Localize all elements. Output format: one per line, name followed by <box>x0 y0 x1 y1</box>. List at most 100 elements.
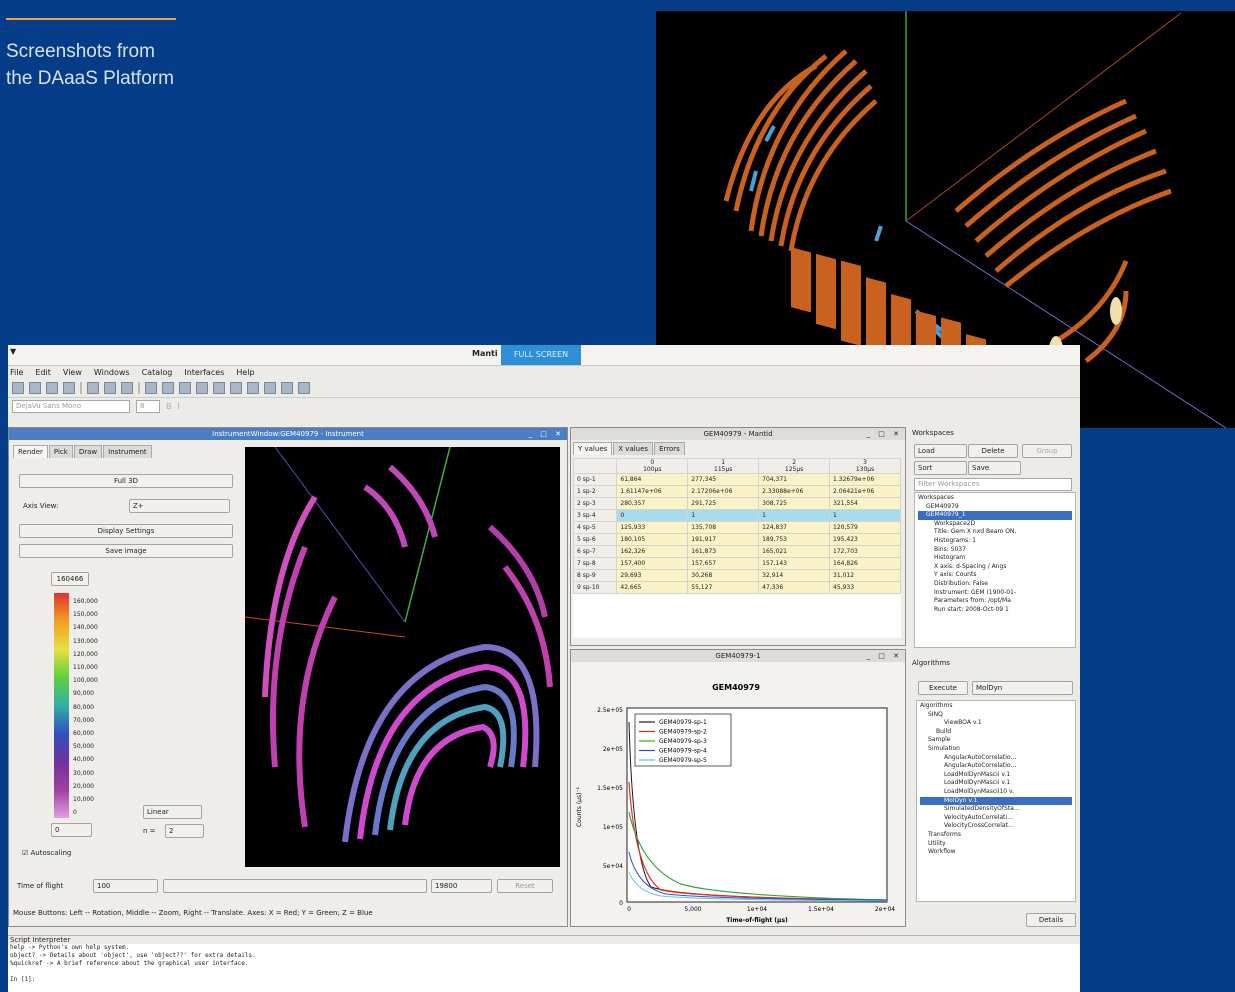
tab-errors[interactable]: Errors <box>654 442 685 455</box>
text-icon[interactable] <box>247 382 259 394</box>
details-button[interactable]: Details <box>1026 913 1076 927</box>
tab-render[interactable]: Render <box>13 445 48 458</box>
table-cell[interactable]: 31,012 <box>829 569 901 582</box>
tree-item[interactable]: LoadMolDynMascii10 v. <box>920 788 1072 797</box>
scale-max-field[interactable]: 160466 <box>51 572 89 586</box>
full-3d-combo[interactable]: Full 3D <box>19 474 233 488</box>
table-cell[interactable]: 29,693 <box>616 569 689 582</box>
group-button[interactable]: Group <box>1022 444 1072 458</box>
table-cell[interactable]: 1 <box>829 509 901 522</box>
tree-item[interactable]: VelocityCrossCorrelat… <box>920 822 1072 831</box>
tree-item[interactable]: Distribution: False <box>918 580 1072 589</box>
column-header[interactable]: 3 130µs <box>829 458 901 474</box>
delete-button[interactable]: Delete <box>968 444 1018 458</box>
reset-button[interactable]: Reset <box>497 879 553 893</box>
table-cell[interactable]: 55,127 <box>687 581 760 594</box>
execute-button[interactable]: Execute <box>918 681 968 695</box>
table-cell[interactable]: 2.33088e+06 <box>758 485 831 498</box>
scale-min-field[interactable]: 0 <box>51 823 92 837</box>
tree-item[interactable]: Parameters from: /opt/Ma <box>918 597 1072 606</box>
tree-item[interactable]: Bins: 5037 <box>918 546 1072 555</box>
tree-item[interactable]: Transforms <box>920 831 1072 840</box>
table-cell[interactable]: 195,423 <box>829 533 901 546</box>
table-cell[interactable]: 189,753 <box>758 533 831 546</box>
tree-item[interactable]: SimulatedDensityOfSta… <box>920 805 1072 814</box>
table-row[interactable]: 2 sp-3 280,357 291,725 308,725 321,554 <box>572 497 901 510</box>
script-interpreter[interactable]: Script Interpreter help -> Python's own … <box>8 935 1080 992</box>
tab-draw[interactable]: Draw <box>73 445 103 458</box>
column-header[interactable]: 1 115µs <box>687 458 760 474</box>
table-icon[interactable] <box>87 382 99 394</box>
pan-icon[interactable] <box>230 382 242 394</box>
table-cell[interactable]: 135,708 <box>687 521 760 534</box>
table-cell[interactable]: 47,336 <box>758 581 831 594</box>
table-cell[interactable]: 1 <box>687 509 760 522</box>
table-cell[interactable]: 172,703 <box>829 545 901 558</box>
table-cell[interactable]: 2.06421e+06 <box>829 485 901 498</box>
tree-item[interactable]: Y axis: Counts <box>918 571 1072 580</box>
tree-item[interactable]: Workspaces <box>918 494 1072 503</box>
font-size-combo[interactable]: 8 <box>136 399 160 413</box>
table-row[interactable]: 3 sp-4 0 1 1 1 <box>572 509 901 522</box>
row-header[interactable]: 6 sp-7 <box>572 545 618 558</box>
workspace-tree[interactable]: Workspaces GEM40979 GEM40979_1 Workspace2D T… <box>914 492 1076 648</box>
table-cell[interactable]: 291,725 <box>687 497 760 510</box>
project-icon[interactable] <box>46 382 58 394</box>
table-cell[interactable]: 161,873 <box>687 545 760 558</box>
table-cell[interactable]: 308,725 <box>758 497 831 510</box>
table-row[interactable]: 6 sp-7 162,326 161,873 165,021 172,703 <box>572 545 901 558</box>
menu-help[interactable]: Help <box>236 366 254 379</box>
table-cell[interactable]: 30,268 <box>687 569 760 582</box>
table-cell[interactable]: 45,933 <box>829 581 901 594</box>
fullscreen-button[interactable]: FULL SCREEN <box>501 345 581 365</box>
save-image-button[interactable]: Save image <box>19 544 233 558</box>
table-cell[interactable]: 120,579 <box>829 521 901 534</box>
arrow-icon[interactable] <box>264 382 276 394</box>
table-row[interactable]: 8 sp-9 29,693 30,268 32,914 31,012 <box>572 569 901 582</box>
display-settings-button[interactable]: Display Settings <box>19 524 233 538</box>
table-cell[interactable]: 164,826 <box>829 557 901 570</box>
tof-range-slider[interactable] <box>163 879 427 893</box>
table-cell[interactable]: 61,864 <box>616 473 689 486</box>
open-icon[interactable] <box>12 382 24 394</box>
line-icon[interactable] <box>281 382 293 394</box>
menu-interfaces[interactable]: Interfaces <box>184 366 224 379</box>
row-header[interactable]: 7 sp-8 <box>572 557 618 570</box>
table-cell[interactable]: 704,371 <box>758 473 831 486</box>
tree-item[interactable]: Simulation <box>920 745 1072 754</box>
print-icon[interactable] <box>63 382 75 394</box>
menu-windows[interactable]: Windows <box>94 366 130 379</box>
table-cell[interactable]: 162,326 <box>616 545 689 558</box>
menu-view[interactable]: View <box>63 366 82 379</box>
tree-item[interactable]: AngularAutoCorrelatio… <box>920 762 1072 771</box>
table-row[interactable]: 5 sp-6 180,105 191,917 189,753 195,423 <box>572 533 901 546</box>
tree-item[interactable]: VelocityAutoCorrelati… <box>920 814 1072 823</box>
tree-item[interactable]: LoadMolDynMascii v.1 <box>920 771 1072 780</box>
scale-type-combo[interactable]: Linear <box>143 805 202 819</box>
table-cell[interactable]: 2.17206e+06 <box>687 485 760 498</box>
algorithm-search-combo[interactable]: MolDyn <box>972 681 1073 695</box>
algorithm-tree[interactable]: Algorithms SINQ ViewBOA v.1 Build Sample Simu… <box>916 700 1076 902</box>
save-workspace-button[interactable]: Save <box>968 461 1021 475</box>
tree-item[interactable]: Utility <box>920 840 1072 849</box>
tree-item[interactable]: Histograms: 1 <box>918 537 1072 546</box>
tab-y-values[interactable]: Y values <box>573 442 613 455</box>
table-cell[interactable]: 124,837 <box>758 521 831 534</box>
tree-item[interactable]: Title: Gem X nxd Beam ON, <box>918 528 1072 537</box>
table-cell[interactable]: 191,917 <box>687 533 760 546</box>
window-controls[interactable]: _ □ ✕ <box>867 428 902 440</box>
menu-file[interactable]: File <box>10 366 23 379</box>
tree-item[interactable]: GEM40979 <box>918 503 1072 512</box>
tof-min-field[interactable]: 100 <box>93 879 158 893</box>
table-cell[interactable]: 32,914 <box>758 569 831 582</box>
tree-item[interactable]: ViewBOA v.1 <box>920 719 1072 728</box>
bold-icon[interactable]: B <box>166 402 172 411</box>
autoscaling-checkbox[interactable]: ☑ Autoscaling <box>22 849 71 857</box>
row-header[interactable]: 8 sp-9 <box>572 569 618 582</box>
table-row[interactable]: 4 sp-5 125,933 135,708 124,837 120,579 <box>572 521 901 534</box>
table-cell[interactable]: 157,400 <box>616 557 689 570</box>
matrix-icon[interactable] <box>104 382 116 394</box>
row-header[interactable]: 1 sp-2 <box>572 485 618 498</box>
n-spinbox[interactable]: 2 <box>165 824 204 838</box>
table-row[interactable]: 1 sp-2 1.61147e+06 2.17206e+06 2.33088e+06 2… <box>572 485 901 498</box>
